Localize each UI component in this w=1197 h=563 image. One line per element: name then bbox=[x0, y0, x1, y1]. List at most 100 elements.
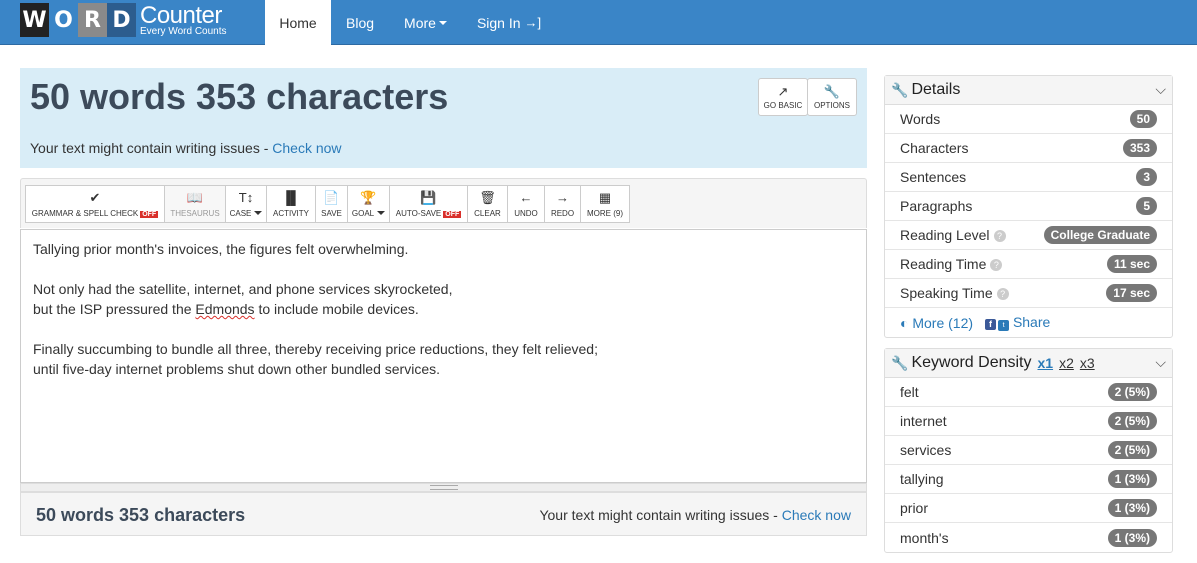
logo-letter-w: W bbox=[20, 3, 49, 37]
wrench-icon: 🔧 bbox=[823, 83, 841, 99]
question-circle-icon[interactable]: ? bbox=[990, 259, 1003, 272]
undo-label: UNDO bbox=[514, 208, 538, 218]
logo-letter-o: O bbox=[49, 3, 78, 37]
clear-button[interactable]: 🗑 CLEAR bbox=[467, 185, 508, 223]
question-circle-icon[interactable]: ? bbox=[996, 288, 1009, 301]
detail-row-sentences: Sentences 3 bbox=[885, 163, 1172, 192]
check-icon: ✔ bbox=[89, 189, 101, 205]
wrench-icon: 🔧 bbox=[891, 354, 909, 371]
redo-button[interactable]: → REDO bbox=[544, 185, 581, 223]
question-circle-icon[interactable]: ? bbox=[993, 230, 1006, 243]
activity-label: ACTIVITY bbox=[272, 208, 309, 218]
sign-in-icon: →] bbox=[524, 15, 542, 30]
more-tools-button[interactable]: ▦ MORE (9) bbox=[580, 185, 630, 223]
detail-label-wrap: Speaking Time? bbox=[900, 285, 1009, 301]
activity-button[interactable]: ▐▌ ACTIVITY bbox=[266, 185, 316, 223]
save-button[interactable]: 📄 SAVE bbox=[315, 185, 348, 223]
thesaurus-button[interactable]: 📖 THESAURUS bbox=[164, 185, 226, 223]
toggle-icon: ◐ bbox=[900, 314, 909, 331]
arrow-right-icon: → bbox=[556, 189, 569, 205]
caret-down-icon bbox=[438, 20, 447, 25]
nav-blog[interactable]: Blog bbox=[331, 0, 389, 45]
detail-value: College Graduate bbox=[1043, 226, 1157, 244]
logo[interactable]: W O R D Counter Every Word Counts bbox=[20, 3, 227, 37]
goal-button[interactable]: 🏆 GOAL bbox=[347, 185, 390, 223]
keyword-word: felt bbox=[900, 384, 919, 400]
nav-home[interactable]: Home bbox=[265, 0, 331, 45]
grammar-label-row: GRAMMAR & SPELL CHECK OFF bbox=[31, 208, 159, 218]
nav-more-label: More bbox=[404, 14, 436, 31]
options-button[interactable]: 🔧 OPTIONS bbox=[807, 78, 857, 116]
keyword-density-panel: 🔧 Keyword Density x1 x2 x3 ⌵ felt 2 (5%)… bbox=[884, 348, 1173, 553]
detail-value: 50 bbox=[1129, 110, 1157, 128]
keyword-word: services bbox=[900, 442, 952, 458]
go-basic-button[interactable]: ↗ GO BASIC bbox=[758, 78, 808, 116]
grammar-state-badge: OFF bbox=[140, 210, 159, 218]
more-tools-label: MORE (9) bbox=[587, 208, 623, 218]
keyword-word: prior bbox=[900, 500, 929, 516]
nav-sign-in-label: Sign In bbox=[476, 14, 521, 31]
editor-line: but the ISP pressured the Edmonds to inc… bbox=[33, 299, 854, 319]
save-doc-icon: 📄 bbox=[323, 189, 340, 205]
keyword-word: month's bbox=[900, 529, 949, 546]
save-label: SAVE bbox=[321, 208, 342, 218]
detail-value: 17 sec bbox=[1106, 284, 1157, 302]
navbar: W O R D Counter Every Word Counts Home B… bbox=[0, 0, 1197, 45]
detail-row-reading-level: Reading Level? College Graduate bbox=[885, 221, 1172, 250]
density-x3-toggle[interactable]: x3 bbox=[1080, 355, 1095, 371]
nav-more[interactable]: More bbox=[389, 0, 462, 45]
check-now-link[interactable]: Check now bbox=[272, 140, 341, 156]
share-label: Share bbox=[1012, 314, 1051, 330]
autosave-state-badge: OFF bbox=[443, 210, 462, 218]
details-title: Details bbox=[911, 81, 961, 98]
case-button[interactable]: T↕ CASE bbox=[225, 185, 267, 223]
logo-letter-r: R bbox=[78, 3, 107, 37]
detail-row-words: Words 50 bbox=[885, 105, 1172, 134]
density-x2-toggle[interactable]: x2 bbox=[1059, 355, 1074, 371]
editor-text: to include mobile devices. bbox=[254, 301, 419, 317]
grip-icon bbox=[430, 485, 458, 490]
goal-label: GOAL bbox=[351, 208, 375, 218]
footer-word-char-count: 50 words 353 characters bbox=[36, 505, 246, 525]
detail-row-speaking-time: Speaking Time? 17 sec bbox=[885, 279, 1172, 308]
grammar-spell-check-button[interactable]: ✔ GRAMMAR & SPELL CHECK OFF bbox=[25, 185, 165, 223]
editor-line: Not only had the satellite, internet, an… bbox=[33, 281, 453, 297]
detail-label: Sentences bbox=[900, 169, 967, 185]
density-x1-toggle[interactable]: x1 bbox=[1037, 355, 1053, 371]
sidebar: 🔧 Details ⌵ Words 50 Characters 353 Sent… bbox=[884, 75, 1173, 563]
count-panel: 50 words 353 characters Your text might … bbox=[20, 68, 867, 168]
writing-issue-text: Your text might contain writing issues - bbox=[30, 140, 269, 156]
keyword-density-header[interactable]: 🔧 Keyword Density x1 x2 x3 ⌵ bbox=[885, 349, 1172, 378]
editor-resize-handle[interactable] bbox=[20, 483, 867, 492]
chevron-down-icon[interactable]: ⌵ bbox=[1155, 354, 1166, 371]
toolbar: ✔ GRAMMAR & SPELL CHECK OFF 📖 THESAURUS T… bbox=[20, 178, 867, 228]
grammar-label: GRAMMAR & SPELL CHECK bbox=[31, 208, 139, 218]
more-details-link[interactable]: ◐ More (12) bbox=[900, 315, 973, 331]
share-link[interactable]: ft Share bbox=[985, 314, 1050, 331]
footer-count-panel: 50 words 353 characters Your text might … bbox=[20, 492, 867, 536]
detail-value: 11 sec bbox=[1106, 255, 1157, 273]
floppy-icon: 💾 bbox=[420, 189, 437, 205]
nav-sign-in[interactable]: Sign In →] bbox=[462, 0, 556, 45]
undo-button[interactable]: ← UNDO bbox=[507, 185, 545, 223]
trophy-icon: 🏆 bbox=[360, 189, 377, 205]
keyword-row: prior 1 (3%) bbox=[885, 494, 1172, 523]
keyword-word: internet bbox=[900, 413, 947, 429]
keyword-row: services 2 (5%) bbox=[885, 436, 1172, 465]
bar-chart-icon: ▐▌ bbox=[281, 189, 301, 205]
keyword-row: felt 2 (5%) bbox=[885, 378, 1172, 407]
auto-save-button[interactable]: 💾 AUTO-SAVE OFF bbox=[389, 185, 468, 223]
footer-check-now-link[interactable]: Check now bbox=[782, 507, 851, 523]
detail-label: Paragraphs bbox=[900, 198, 973, 214]
logo-text: Counter Every Word Counts bbox=[140, 3, 227, 37]
toolbar-buttons: ✔ GRAMMAR & SPELL CHECK OFF 📖 THESAURUS T… bbox=[25, 185, 630, 223]
misspelled-word[interactable]: Edmonds bbox=[195, 301, 254, 317]
text-editor[interactable]: Tallying prior month's invoices, the fig… bbox=[20, 229, 867, 483]
details-header[interactable]: 🔧 Details ⌵ bbox=[885, 76, 1172, 105]
trash-icon: 🗑 bbox=[479, 189, 496, 205]
twitter-icon: t bbox=[998, 320, 1010, 331]
detail-label: Reading Time bbox=[900, 256, 987, 272]
keyword-word: tallying bbox=[900, 471, 944, 487]
detail-row-characters: Characters 353 bbox=[885, 134, 1172, 163]
chevron-down-icon[interactable]: ⌵ bbox=[1155, 81, 1166, 98]
